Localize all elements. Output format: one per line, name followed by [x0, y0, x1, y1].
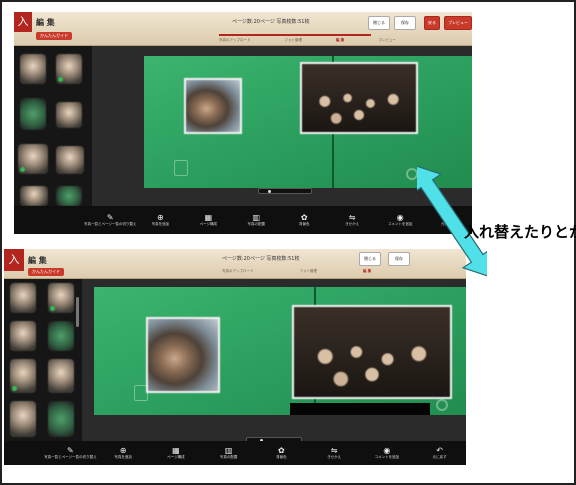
guide-button[interactable]: かんたんガイド [28, 268, 64, 276]
placement-icon: ▥ [252, 213, 261, 222]
page-title: 編 集 [28, 256, 47, 265]
page-layout-tool[interactable]: ▦ ページ構成 [150, 441, 203, 465]
back-cover-photo[interactable] [184, 78, 242, 134]
save-button[interactable]: 保存 [394, 16, 416, 30]
undo-tool[interactable]: ↶元に戻す [413, 441, 466, 465]
step-photo-manage[interactable]: フォト管理 [285, 38, 303, 43]
editor-screenshot-after: 入 編 集 かんたんガイド ページ数:20ページ 写真枚数:51枚 写真のアップ… [4, 249, 466, 465]
photo-sidebar [14, 46, 92, 206]
step-photo-manage[interactable]: フォト管理 [300, 269, 318, 274]
app-logo: 入 [4, 249, 24, 271]
guide-button[interactable]: かんたんガイド [36, 32, 72, 40]
undo-icon: ↶ [436, 446, 443, 455]
add-icon: ⊕ [119, 446, 127, 455]
bottom-toolbar: ✎ 写真一覧とページ一覧の切り替え ⊕ 写真を追加 ▦ ページ構成 ▥ 写真の配置 ✿ 背… [14, 206, 472, 234]
caption-bar[interactable] [290, 403, 430, 415]
step-indicator: 写真のアップロード フォト管理 編 集 プレビュー [219, 38, 396, 43]
photo-thumbnail[interactable] [56, 54, 82, 84]
back-button[interactable]: 戻る [424, 16, 440, 30]
zoom-knob[interactable] [268, 190, 271, 193]
palette-icon: ✿ [300, 213, 308, 222]
frame-decoration-icon [174, 160, 188, 176]
add-photo-tool[interactable]: ⊕ 写真を追加 [97, 441, 150, 465]
photo-thumbnail[interactable] [56, 102, 82, 128]
editor-screenshot-before: 入 編 集 かんたんガイド ページ数:20ページ 写真枚数:51枚 写真のアップ… [14, 12, 472, 234]
placement-icon: ▥ [224, 446, 233, 455]
theme-tool[interactable]: ⇋ きせかえ [308, 441, 361, 465]
back-cover-photo[interactable] [146, 317, 220, 393]
page-count-text: ページ数:20ページ 写真枚数:51枚 [232, 19, 310, 25]
theme-tool[interactable]: ⇋ きせかえ [328, 206, 376, 234]
step-indicator: 写真のアップロード フォト管理 編 集 [222, 269, 371, 274]
photo-thumbnail[interactable] [48, 359, 74, 393]
sidebar-scrollbar[interactable] [76, 297, 79, 327]
toggle-list-tool[interactable]: ✎ 写真一覧とページ一覧の切り替え [84, 206, 136, 234]
layout-icon: ▦ [204, 213, 213, 222]
step-edit[interactable]: 編 集 [363, 269, 371, 274]
photo-sidebar [4, 279, 82, 441]
swap-icon: ⇋ [348, 213, 356, 222]
step-edit[interactable]: 編 集 [336, 38, 344, 43]
add-comment-tool[interactable]: ◉ コメントを追加 [361, 441, 414, 465]
comment-icon: ◉ [383, 446, 391, 455]
photo-thumbnail[interactable] [56, 146, 84, 174]
app-logo: 入 [14, 12, 32, 32]
save-button[interactable]: 保存 [388, 252, 410, 266]
book-spread [94, 287, 466, 415]
front-cover-photo[interactable] [292, 305, 452, 399]
background-color-tool[interactable]: ✿ 背景色 [255, 441, 308, 465]
background-color-tool[interactable]: ✿ 背景色 [280, 206, 328, 234]
photo-thumbnail[interactable] [20, 186, 48, 206]
editor-header: 入 編 集 かんたんガイド ページ数:20ページ 写真枚数:51枚 写真のアップ… [4, 249, 466, 279]
photo-thumbnail[interactable] [48, 321, 74, 351]
figure-frame: 入 編 集 かんたんガイド ページ数:20ページ 写真枚数:51枚 写真のアップ… [0, 0, 576, 485]
photo-thumbnail[interactable] [48, 283, 74, 313]
zoom-slider[interactable] [258, 188, 312, 194]
photo-thumbnail[interactable] [10, 359, 36, 393]
preview-button[interactable]: プレビュー [444, 16, 472, 30]
step-upload[interactable]: 写真のアップロード [219, 38, 251, 43]
front-cover-photo[interactable] [300, 62, 418, 134]
page-layout-tool[interactable]: ▦ ページ構成 [184, 206, 232, 234]
step-preview[interactable]: プレビュー [378, 38, 396, 43]
step-upload[interactable]: 写真のアップロード [222, 269, 254, 274]
page-title: 編 集 [36, 18, 55, 27]
close-button[interactable]: 閉じる [368, 16, 390, 30]
photo-thumbnail[interactable] [10, 321, 36, 351]
palette-icon: ✿ [278, 446, 285, 455]
pencil-icon: ✎ [67, 446, 74, 455]
frame-decoration-icon [134, 385, 148, 401]
photo-thumbnail[interactable] [10, 283, 36, 313]
emblem-icon [436, 399, 448, 411]
photo-thumbnail[interactable] [20, 54, 46, 84]
photo-thumbnail[interactable] [10, 401, 36, 437]
close-button[interactable]: 閉じる [359, 252, 381, 266]
photo-placement-tool[interactable]: ▥ 写真の配置 [232, 206, 280, 234]
pencil-icon: ✎ [106, 213, 114, 222]
bottom-toolbar: ✎ 写真一覧とページ一覧の切り替え ⊕ 写真を追加 ▦ ページ構成 ▥ 写真の配置 ✿ 背… [4, 441, 466, 465]
photo-thumbnail[interactable] [56, 186, 82, 206]
layout-icon: ▦ [172, 446, 180, 455]
toggle-list-tool[interactable]: ✎ 写真一覧とページ一覧の切り替え [44, 441, 97, 465]
progress-bar [219, 34, 371, 36]
page-count-text: ページ数:20ページ 写真枚数:51枚 [222, 256, 300, 262]
photo-placement-tool[interactable]: ▥ 写真の配置 [202, 441, 255, 465]
swap-icon: ⇋ [330, 446, 338, 455]
photo-thumbnail[interactable] [18, 144, 48, 174]
comment-icon: ◉ [396, 213, 404, 222]
photo-thumbnail[interactable] [20, 98, 46, 130]
photo-thumbnail[interactable] [48, 401, 74, 437]
editor-header: 入 編 集 かんたんガイド ページ数:20ページ 写真枚数:51枚 写真のアップ… [14, 12, 472, 46]
add-photo-tool[interactable]: ⊕ 写真を追加 [136, 206, 184, 234]
swap-annotation-label: 入れ替えたりとか [464, 223, 576, 241]
add-icon: ⊕ [157, 213, 164, 222]
